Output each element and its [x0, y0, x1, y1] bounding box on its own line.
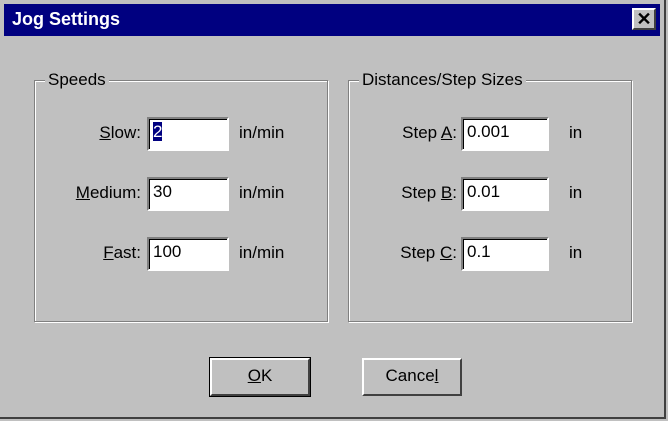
step-b-input[interactable]: 0.01	[461, 177, 549, 211]
slow-label: Slow:	[99, 123, 141, 142]
cancel-button[interactable]: Cancel	[362, 358, 462, 396]
close-button[interactable]: ✕	[632, 8, 656, 30]
step-a-row: Step A: 0.001 in	[349, 117, 629, 151]
medium-label: Medium:	[75, 183, 141, 202]
step-c-label: Step C:	[400, 243, 457, 262]
fast-row: Fast: 100 in/min	[35, 237, 325, 271]
close-icon: ✕	[636, 9, 652, 29]
slow-row: Slow: 2 in/min	[35, 117, 325, 151]
distances-legend: Distances/Step Sizes	[359, 70, 526, 90]
fast-speed-input[interactable]: 100	[147, 237, 229, 271]
fast-label: Fast:	[103, 243, 141, 262]
ok-button[interactable]: OK	[209, 357, 311, 397]
step-b-label: Step B:	[401, 183, 457, 202]
speeds-legend: Speeds	[45, 70, 109, 90]
medium-unit: in/min	[239, 183, 285, 202]
step-c-row: Step C: 0.1 in	[349, 237, 629, 271]
speeds-group: Speeds Slow: 2 in/min Medium: 30 in/min …	[34, 70, 328, 322]
medium-speed-input[interactable]: 30	[147, 177, 229, 211]
step-c-unit: in	[569, 243, 583, 262]
slow-unit: in/min	[239, 123, 285, 142]
step-c-input[interactable]: 0.1	[461, 237, 549, 271]
fast-unit: in/min	[239, 243, 285, 262]
slow-speed-input[interactable]: 2	[147, 117, 229, 151]
step-b-unit: in	[569, 183, 583, 202]
title-bar[interactable]: Jog Settings ✕	[4, 4, 660, 36]
distances-group: Distances/Step Sizes Step A: 0.001 in St…	[348, 70, 632, 322]
step-a-input[interactable]: 0.001	[461, 117, 549, 151]
step-b-row: Step B: 0.01 in	[349, 177, 629, 211]
jog-settings-dialog: Jog Settings ✕ Speeds Slow: 2 in/min Med…	[0, 0, 666, 419]
medium-row: Medium: 30 in/min	[35, 177, 325, 211]
step-a-unit: in	[569, 123, 583, 142]
step-a-label: Step A:	[402, 123, 457, 142]
window-title: Jog Settings	[12, 9, 121, 29]
